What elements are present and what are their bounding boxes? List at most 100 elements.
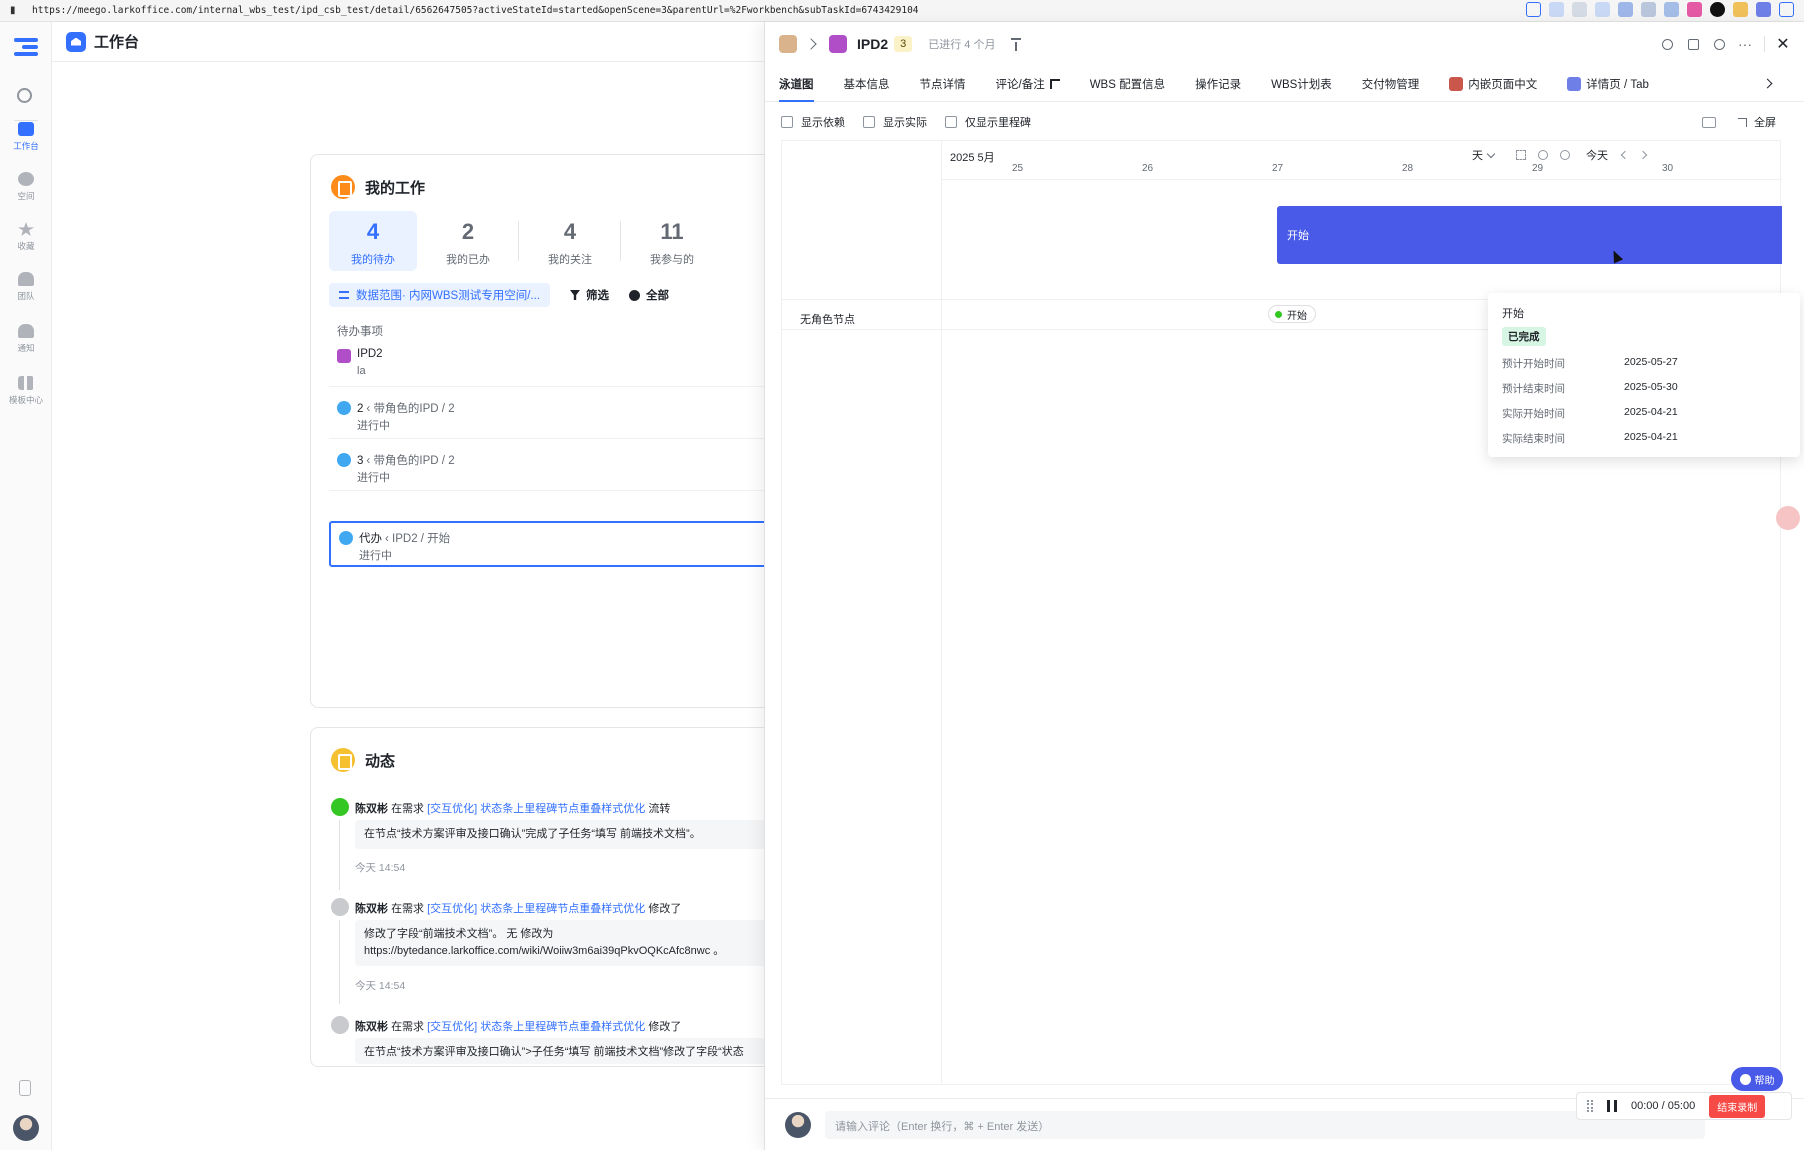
close-icon[interactable]: ✕ bbox=[1771, 34, 1795, 54]
node-chip[interactable]: 开始 bbox=[1268, 305, 1316, 323]
elapsed-text: 已进行 4 个月 bbox=[928, 39, 996, 51]
rail-item-templates[interactable]: 模板中心 bbox=[0, 376, 52, 406]
time-range-button[interactable]: 全部 bbox=[629, 287, 669, 303]
todo-item[interactable]: IPD2 la bbox=[329, 341, 789, 387]
feed-icon bbox=[331, 748, 355, 772]
feed-link[interactable]: [交互优化] 状态条上里程碑节点重叠样式优化 bbox=[427, 1021, 645, 1033]
rail-item-favorites[interactable]: 收藏 bbox=[0, 222, 52, 252]
copy-link-button[interactable] bbox=[1706, 32, 1732, 56]
search-icon[interactable] bbox=[17, 88, 32, 103]
chevron-right-icon[interactable] bbox=[1762, 78, 1773, 89]
status-dot-icon bbox=[1275, 310, 1282, 318]
camera-icon[interactable] bbox=[1572, 2, 1587, 17]
workbench-header: 工作台 bbox=[52, 22, 764, 62]
todo-item[interactable]: 3 ‹ 带角色的IPD / 2 进行中 bbox=[329, 445, 789, 491]
app-icon[interactable] bbox=[1756, 2, 1771, 17]
embed-page-icon bbox=[1449, 76, 1464, 91]
feed-detail: 在节点“技术方案评审及接口确认”完成了子任务“填写 前端技术文档”。 bbox=[355, 820, 795, 849]
tab-comments[interactable]: 评论/备注 bbox=[996, 66, 1060, 102]
feed-line: 陈双彬 在需求 [交互优化] 状态条上里程碑节点重叠样式优化 流转 bbox=[355, 800, 670, 816]
screenshot-icon[interactable] bbox=[1549, 2, 1564, 17]
show-deps-checkbox[interactable]: 显示依赖 bbox=[781, 114, 845, 130]
template-icon bbox=[18, 376, 34, 390]
app-logo-icon[interactable] bbox=[14, 38, 38, 56]
tab-operation-log[interactable]: 操作记录 bbox=[1195, 66, 1241, 102]
mobile-icon[interactable] bbox=[19, 1080, 31, 1096]
edit-icon bbox=[331, 898, 349, 916]
data-scope-button[interactable]: 数据范围· 内网WBS测试专用空间/... bbox=[329, 283, 550, 307]
help-icon bbox=[1739, 1073, 1751, 1085]
stat-my-done[interactable]: 2 我的已办 bbox=[417, 211, 519, 271]
cat-icon[interactable] bbox=[1733, 2, 1748, 17]
day-label: 29 bbox=[1532, 163, 1544, 174]
code-icon[interactable] bbox=[1664, 2, 1679, 17]
tab-deliverables[interactable]: 交付物管理 bbox=[1362, 66, 1420, 102]
feed-link[interactable]: [交互优化] 状态条上里程碑节点重叠样式优化 bbox=[427, 803, 645, 815]
stat-my-follow[interactable]: 4 我的关注 bbox=[519, 211, 621, 271]
rail-item-team[interactable]: 团队 bbox=[0, 272, 52, 302]
feed-user[interactable]: 陈双彬 bbox=[355, 903, 388, 915]
members-button[interactable] bbox=[1654, 32, 1680, 56]
address-bar[interactable]: https://meego.larkoffice.com/internal_wb… bbox=[32, 5, 919, 16]
stat-my-participated[interactable]: 11 我参与的 bbox=[621, 211, 723, 271]
zoom-out-icon[interactable] bbox=[1538, 150, 1548, 160]
sidebar-icon[interactable] bbox=[1779, 2, 1794, 17]
tab-detail-page[interactable]: 详情页 / Tab bbox=[1567, 66, 1649, 102]
user-avatar[interactable] bbox=[13, 1115, 39, 1141]
more-button[interactable]: ··· bbox=[1732, 32, 1758, 56]
assistant-float-icon[interactable] bbox=[1776, 506, 1800, 530]
feed-user[interactable]: 陈双彬 bbox=[355, 803, 388, 815]
pin-icon[interactable] bbox=[1011, 38, 1022, 51]
show-actual-checkbox[interactable]: 显示实际 bbox=[863, 114, 927, 130]
globe-icon[interactable] bbox=[1618, 2, 1633, 17]
tab-wbs-plan[interactable]: WBS计划表 bbox=[1271, 66, 1332, 102]
tab-embedded-page[interactable]: 内嵌页面中文 bbox=[1449, 66, 1537, 102]
gantt-bar[interactable]: 开始 bbox=[1277, 206, 1782, 264]
fullscreen-button[interactable]: 全屏 bbox=[1738, 114, 1776, 130]
recording-time: 00:00 / 05:00 bbox=[1631, 1100, 1696, 1112]
target-icon[interactable] bbox=[1641, 2, 1656, 17]
filter-icon bbox=[570, 290, 580, 300]
rail-item-workbench[interactable]: 工作台 bbox=[0, 122, 52, 152]
feed-link[interactable]: [交互优化] 状态条上里程碑节点重叠样式优化 bbox=[427, 903, 645, 915]
settings-icon[interactable] bbox=[1702, 116, 1716, 128]
feed-line: 陈双彬 在需求 [交互优化] 状态条上里程碑节点重叠样式优化 修改了 bbox=[355, 1018, 681, 1034]
stat-my-todo[interactable]: 4 我的待办 bbox=[329, 211, 417, 271]
scale-select[interactable]: 天 bbox=[1472, 147, 1483, 163]
card-title-text: 动态 bbox=[365, 752, 396, 770]
item-title[interactable]: IPD2 bbox=[857, 36, 888, 52]
record-icon[interactable] bbox=[1710, 2, 1725, 17]
todo-item-selected[interactable]: 代办 ‹ IPD2 / 开始 进行中 bbox=[329, 521, 789, 567]
checkbox-icon bbox=[945, 116, 957, 128]
fit-icon[interactable] bbox=[1516, 150, 1526, 160]
tab-swimlane[interactable]: 泳道图 bbox=[779, 66, 814, 102]
tab-node-details[interactable]: 节点详情 bbox=[920, 66, 966, 102]
help-button[interactable]: 帮助 bbox=[1731, 1067, 1783, 1091]
tab-basic-info[interactable]: 基本信息 bbox=[844, 66, 890, 102]
todo-item[interactable]: 2 ‹ 带角色的IPD / 2 进行中 bbox=[329, 393, 789, 439]
chevron-right-icon[interactable] bbox=[1638, 150, 1648, 160]
filter-button[interactable]: 筛选 bbox=[570, 287, 609, 303]
workspace-icon[interactable] bbox=[779, 35, 797, 53]
pause-icon[interactable] bbox=[1607, 1100, 1617, 1112]
bookmark-button[interactable] bbox=[1680, 32, 1706, 56]
zoom-in-icon[interactable] bbox=[1560, 150, 1570, 160]
feed-text: 在需求 bbox=[391, 903, 425, 915]
comment-input[interactable]: 请输入评论（Enter 换行，⌘ + Enter 发送） bbox=[825, 1111, 1705, 1139]
chevron-left-icon[interactable] bbox=[1620, 150, 1630, 160]
feed-user[interactable]: 陈双彬 bbox=[355, 1021, 388, 1033]
drag-handle-icon[interactable] bbox=[1587, 1100, 1593, 1112]
link-icon[interactable] bbox=[1526, 2, 1541, 17]
todo-status: 进行中 bbox=[357, 472, 390, 484]
tooltip-title: 开始 bbox=[1502, 308, 1524, 320]
milestone-only-checkbox[interactable]: 仅显示里程碑 bbox=[945, 114, 1031, 130]
rail-item-space[interactable]: 空间 bbox=[0, 172, 52, 202]
translate-icon[interactable] bbox=[1687, 2, 1702, 17]
stop-recording-button[interactable]: 结束录制 bbox=[1709, 1094, 1766, 1118]
time-range-label: 全部 bbox=[646, 290, 669, 302]
tab-wbs-config[interactable]: WBS 配置信息 bbox=[1090, 66, 1165, 102]
rail-item-notifications[interactable]: 通知 bbox=[0, 324, 52, 354]
view-actions: 全屏 bbox=[1702, 114, 1776, 130]
mail-icon[interactable] bbox=[1595, 2, 1610, 17]
today-button[interactable]: 今天 bbox=[1586, 147, 1608, 163]
